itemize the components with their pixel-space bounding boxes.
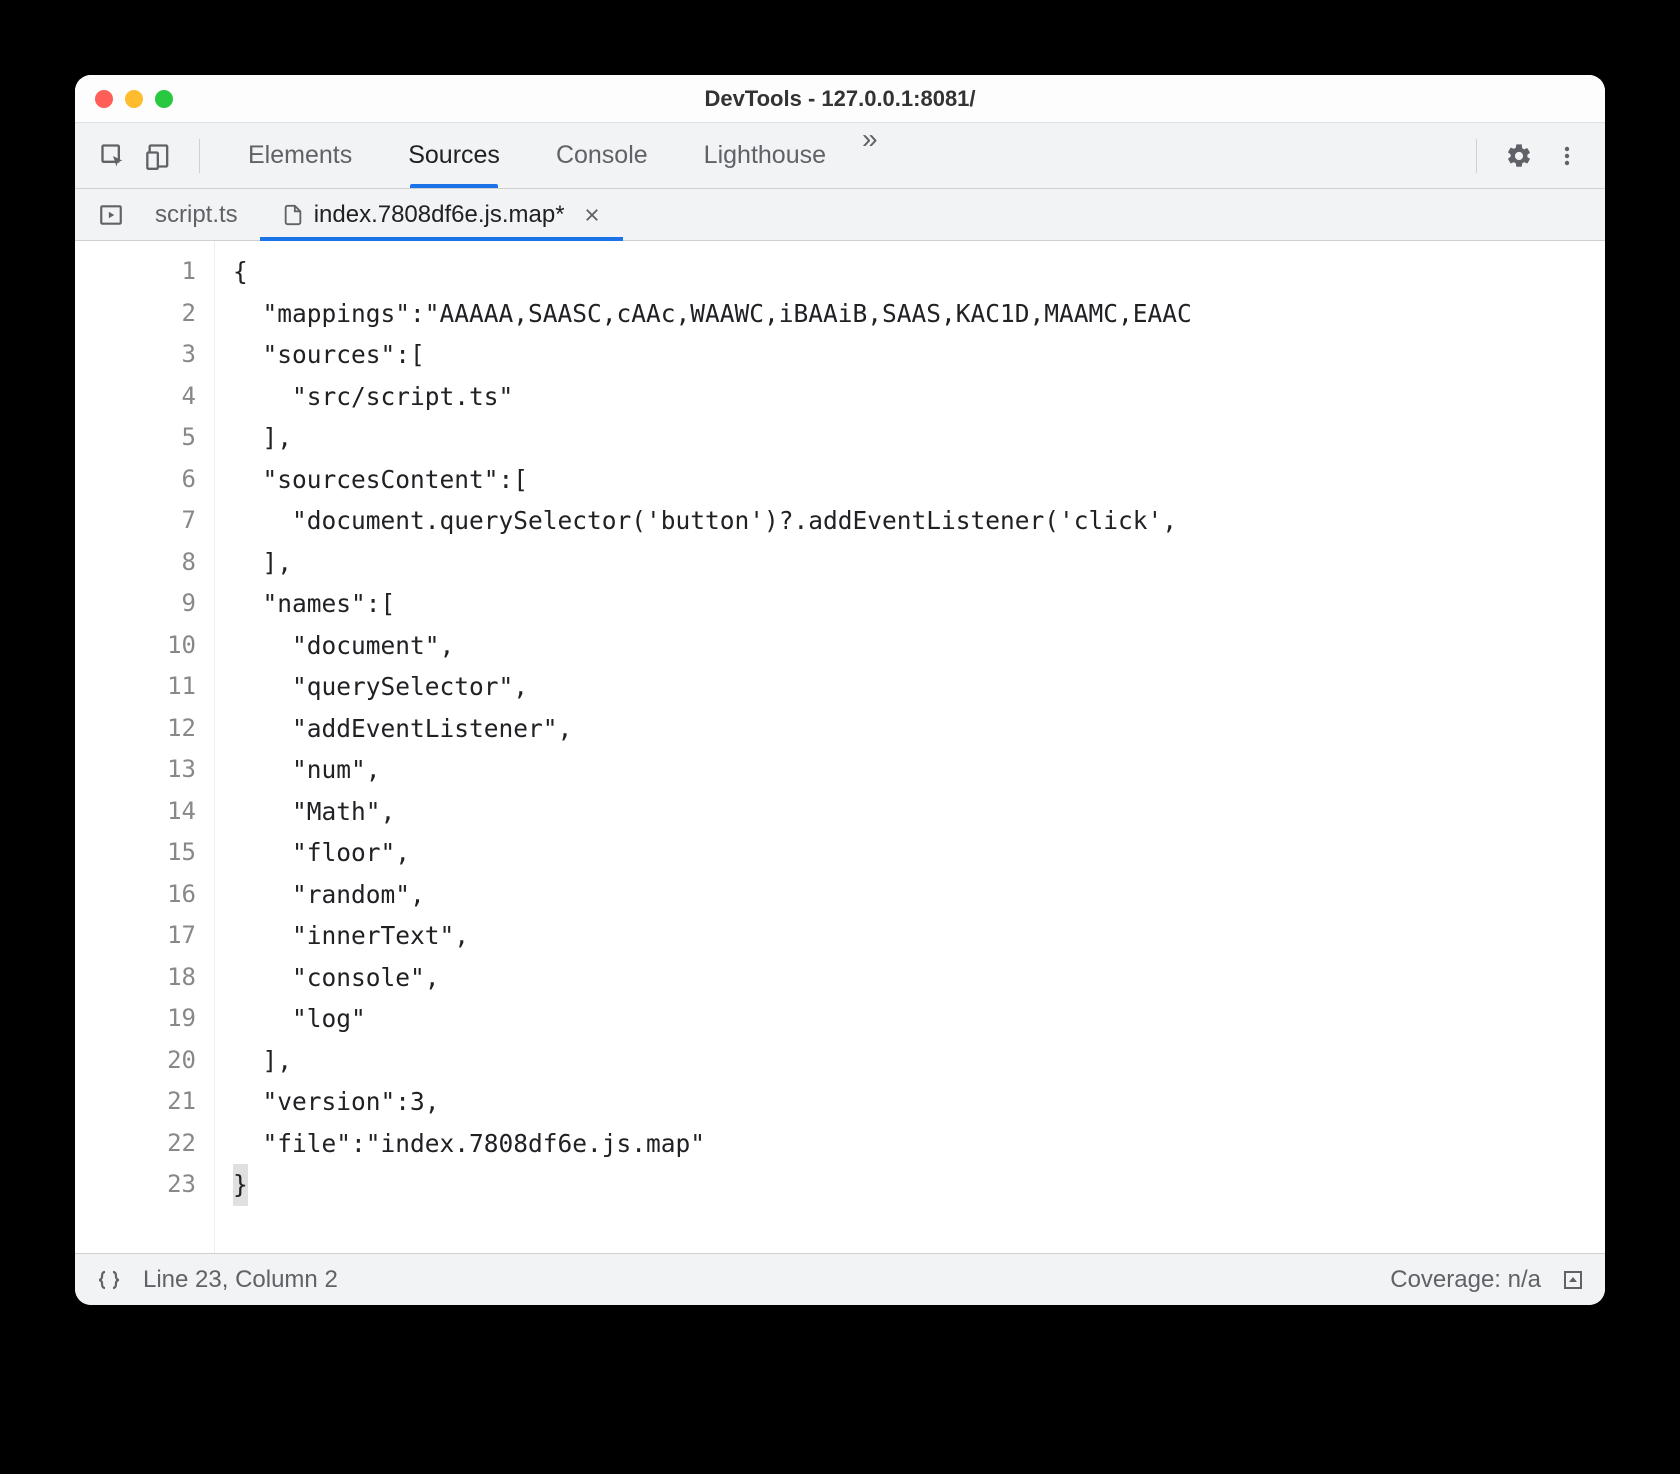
- file-icon: [282, 204, 304, 226]
- file-tab-label: index.7808df6e.js.map*: [314, 201, 565, 229]
- code-editor[interactable]: 1 2 3 4 5 6 7 8 9 10 11 12 13 14 15 16 1…: [75, 241, 1605, 1253]
- main-toolbar: Elements Sources Console Lighthouse »: [75, 123, 1605, 189]
- tab-label: Elements: [248, 141, 352, 170]
- file-tab-script-ts[interactable]: script.ts: [133, 189, 260, 240]
- tab-label: Console: [556, 141, 648, 170]
- navigator-toggle-icon[interactable]: [89, 189, 133, 240]
- tab-label: Lighthouse: [704, 141, 826, 170]
- titlebar: DevTools - 127.0.0.1:8081/: [75, 75, 1605, 123]
- devtools-window: DevTools - 127.0.0.1:8081/ Elements Sour…: [75, 75, 1605, 1305]
- settings-icon[interactable]: [1499, 136, 1539, 176]
- close-icon[interactable]: [583, 206, 601, 224]
- tab-elements[interactable]: Elements: [220, 123, 380, 188]
- cursor-position: Line 23, Column 2: [143, 1266, 338, 1294]
- toolbar-right: [1462, 136, 1587, 176]
- inspect-element-icon[interactable]: [93, 136, 133, 176]
- pretty-print-icon[interactable]: [95, 1268, 123, 1292]
- collapse-drawer-icon[interactable]: [1561, 1268, 1585, 1292]
- device-toolbar-icon[interactable]: [139, 136, 179, 176]
- kebab-menu-icon[interactable]: [1547, 136, 1587, 176]
- file-tabs: script.ts index.7808df6e.js.map*: [75, 189, 1605, 241]
- status-bar: Line 23, Column 2 Coverage: n/a: [75, 1253, 1605, 1305]
- more-tabs-button[interactable]: »: [854, 123, 886, 188]
- line-gutter: 1 2 3 4 5 6 7 8 9 10 11 12 13 14 15 16 1…: [75, 241, 215, 1253]
- coverage-status: Coverage: n/a: [1390, 1266, 1541, 1294]
- toolbar-separator: [199, 139, 200, 173]
- tab-lighthouse[interactable]: Lighthouse: [676, 123, 854, 188]
- window-title: DevTools - 127.0.0.1:8081/: [75, 86, 1605, 112]
- minimize-window-button[interactable]: [125, 90, 143, 108]
- tab-sources[interactable]: Sources: [380, 123, 528, 188]
- window-controls: [95, 90, 173, 108]
- panel-tabs: Elements Sources Console Lighthouse »: [220, 123, 886, 188]
- tab-label: Sources: [408, 141, 500, 170]
- code-content[interactable]: { "mappings":"AAAAA,SAASC,cAAc,WAAWC,iBA…: [215, 241, 1605, 1253]
- file-tab-index-map[interactable]: index.7808df6e.js.map*: [260, 189, 623, 240]
- tab-console[interactable]: Console: [528, 123, 676, 188]
- close-window-button[interactable]: [95, 90, 113, 108]
- maximize-window-button[interactable]: [155, 90, 173, 108]
- file-tab-label: script.ts: [155, 201, 238, 229]
- toolbar-separator: [1476, 139, 1477, 173]
